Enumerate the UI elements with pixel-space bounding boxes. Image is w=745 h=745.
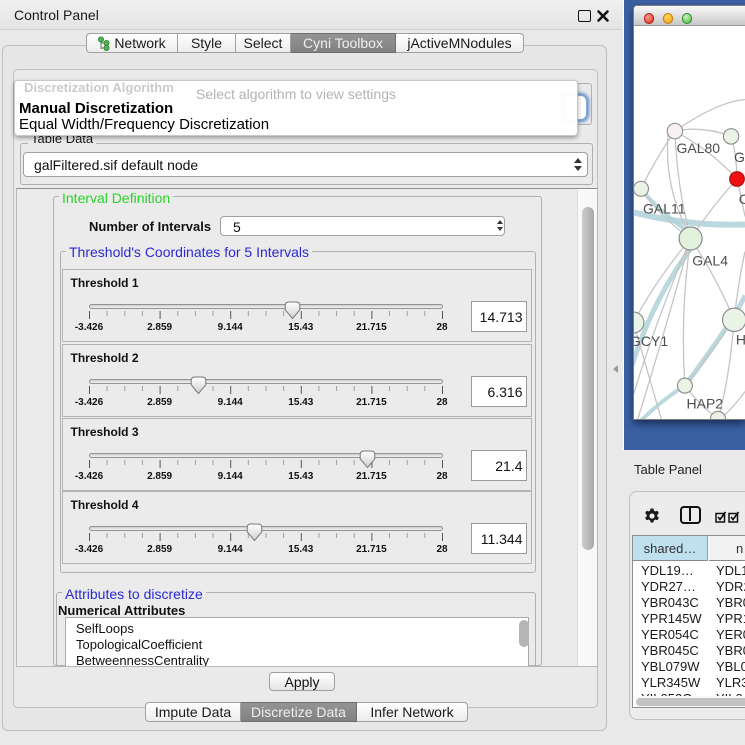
svg-text:GAL80: GAL80 — [677, 140, 721, 156]
svg-text:CR: CR — [739, 191, 745, 207]
svg-text:GAL11: GAL11 — [643, 200, 686, 216]
svg-text:H: H — [736, 331, 745, 347]
svg-text:GA: GA — [734, 149, 745, 165]
svg-text:GCY1: GCY1 — [634, 333, 668, 349]
svg-text:HAP2: HAP2 — [687, 395, 724, 411]
svg-text:GAL4: GAL4 — [692, 252, 728, 268]
